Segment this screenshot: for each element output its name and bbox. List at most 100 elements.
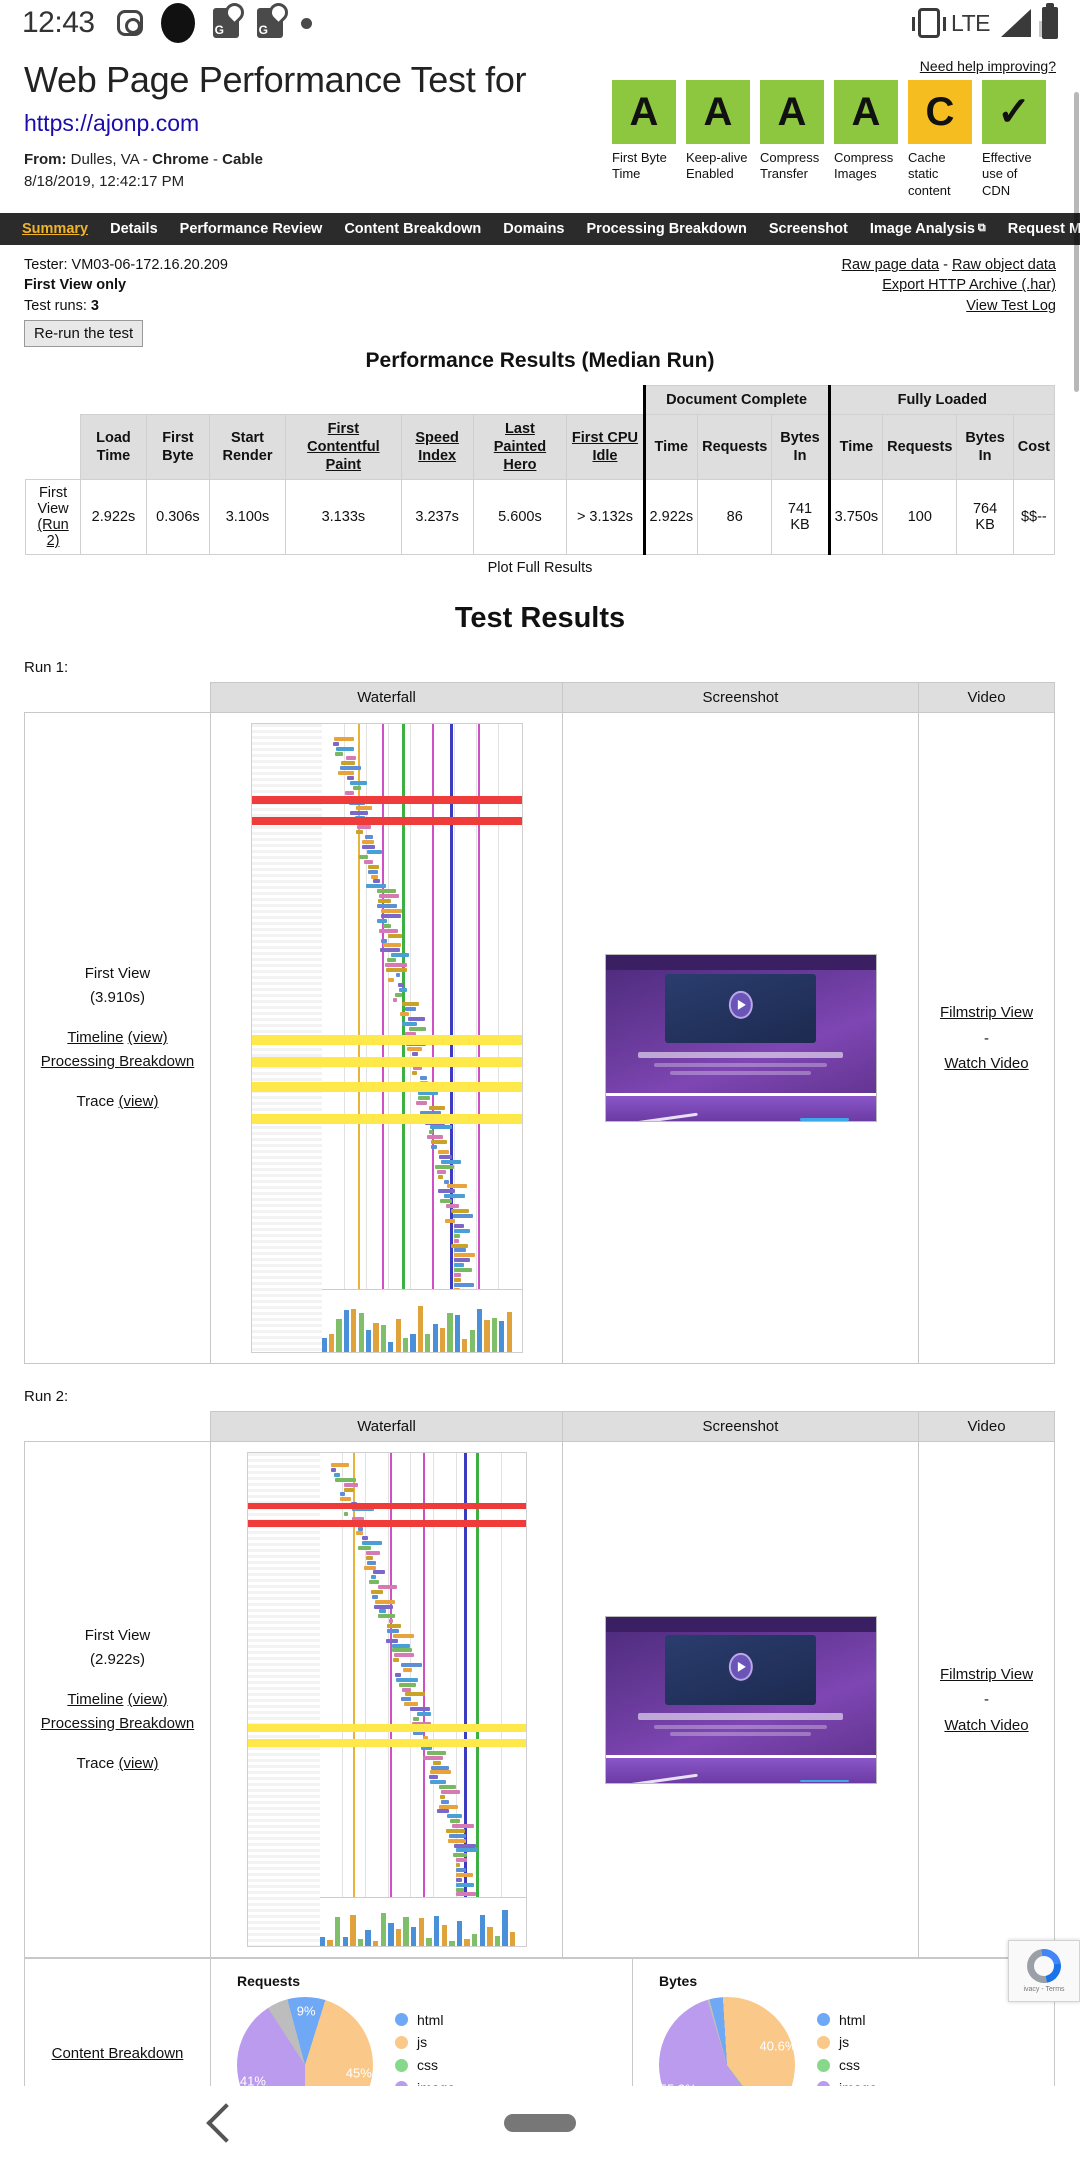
system-navigation-bar bbox=[0, 2086, 1080, 2160]
waterfall-utilization-bar bbox=[373, 1941, 378, 1946]
nav-tab-screenshot[interactable]: Screenshot bbox=[769, 221, 848, 237]
waterfall-utilization-bar bbox=[495, 1936, 500, 1947]
waterfall-chart[interactable] bbox=[247, 1452, 527, 1947]
run-2-timeline-link[interactable]: Timeline bbox=[67, 1691, 123, 1708]
grade-5[interactable]: C Cache static content bbox=[908, 80, 972, 199]
run-2-video-cell: Filmstrip View - Watch Video bbox=[919, 1442, 1055, 1958]
nav-tab-label: Performance Review bbox=[180, 221, 323, 237]
perf-value-4: 3.237s bbox=[401, 480, 473, 555]
grade-3[interactable]: A Compress Transfer bbox=[760, 80, 824, 199]
waterfall-chart[interactable] bbox=[251, 723, 523, 1353]
raw-page-data-link[interactable]: Raw page data bbox=[842, 257, 940, 273]
run-1-timeline-view-link[interactable]: (view) bbox=[128, 1029, 168, 1046]
page-scrollbar[interactable] bbox=[1073, 92, 1080, 2086]
waterfall-request-bar bbox=[410, 1707, 431, 1711]
header-right: Need help improving? A First Byte Time A Ke… bbox=[612, 58, 1056, 199]
plot-full-results-label[interactable]: Plot Full Results bbox=[24, 560, 1056, 576]
waterfall-request-bar bbox=[379, 894, 399, 898]
run-2-trace-view-link[interactable]: (view) bbox=[118, 1755, 158, 1772]
page-screenshot-thumbnail[interactable] bbox=[605, 954, 877, 1122]
waterfall-request-bar bbox=[449, 1834, 465, 1838]
perf-col-9: Bytes In bbox=[772, 414, 829, 479]
legend-label: js bbox=[839, 2031, 849, 2054]
waterfall-utilization-bar bbox=[403, 1917, 408, 1946]
content-breakdown-link[interactable]: Content Breakdown bbox=[52, 2045, 184, 2062]
waterfall-request-bar bbox=[439, 1155, 452, 1159]
home-pill-icon[interactable] bbox=[504, 2114, 576, 2132]
run-1-waterfall-cell[interactable] bbox=[211, 713, 563, 1364]
table-row: First View (3.910s) Timeline (view) Proc… bbox=[25, 713, 1055, 1364]
export-har-link[interactable]: Export HTTP Archive (.har) bbox=[882, 277, 1056, 293]
waterfall-request-bar bbox=[375, 1600, 396, 1604]
waterfall-request-bar bbox=[381, 939, 388, 943]
perf-value-1: 0.306s bbox=[146, 480, 209, 555]
grade-4[interactable]: A Compress Images bbox=[834, 80, 898, 199]
waterfall-request-bar bbox=[433, 1761, 441, 1765]
run-1-processing-breakdown-link[interactable]: Processing Breakdown bbox=[41, 1053, 194, 1070]
grade-label: First Byte Time bbox=[612, 150, 676, 183]
run-2-waterfall-cell[interactable] bbox=[211, 1442, 563, 1958]
nav-tab-content-breakdown[interactable]: Content Breakdown bbox=[344, 221, 481, 237]
bytes-pie-block: Bytes 40.6%55.2% htmljscssimageOther bbox=[633, 1973, 1054, 2086]
run-2-watch-video-link[interactable]: Watch Video bbox=[944, 1717, 1028, 1734]
need-help-link[interactable]: Need help improving? bbox=[612, 58, 1056, 74]
waterfall-request-bar bbox=[350, 781, 367, 785]
waterfall-utilization-bar bbox=[433, 1324, 438, 1352]
google-maps-icon bbox=[213, 8, 239, 38]
nav-tab-domains[interactable]: Domains bbox=[503, 221, 564, 237]
run-1-filmstrip-link[interactable]: Filmstrip View bbox=[940, 1004, 1033, 1021]
waterfall-request-bar bbox=[386, 968, 407, 972]
raw-object-data-link[interactable]: Raw object data bbox=[952, 257, 1056, 273]
scrollbar-thumb[interactable] bbox=[1074, 92, 1079, 392]
nav-tab-image-analysis[interactable]: Image Analysis ⧉ bbox=[870, 221, 986, 237]
run-2-timeline-view-link[interactable]: (view) bbox=[128, 1691, 168, 1708]
waterfall-utilization-bar bbox=[344, 1310, 349, 1352]
waterfall-request-bar bbox=[347, 776, 354, 780]
nav-tab-details[interactable]: Details bbox=[110, 221, 158, 237]
nav-tab-request-map[interactable]: Request Map⧉ bbox=[1008, 221, 1080, 237]
waterfall-request-bar bbox=[413, 1717, 418, 1721]
perf-row-run[interactable]: (Run 2) bbox=[30, 517, 76, 549]
perf-col-3[interactable]: First Contentful Paint bbox=[285, 414, 401, 479]
waterfall-request-bar bbox=[441, 1800, 449, 1804]
test-info-block: Tester: VM03-06-172.16.20.209 First View… bbox=[24, 255, 1056, 333]
run-1-watch-video-link[interactable]: Watch Video bbox=[944, 1055, 1028, 1072]
legend-label: js bbox=[417, 2031, 427, 2054]
nav-tab-summary[interactable]: Summary bbox=[22, 221, 88, 237]
nav-tab-label: Summary bbox=[22, 221, 88, 237]
run-2-info-cell: First View (2.922s) Timeline (view) Proc… bbox=[25, 1442, 211, 1958]
recaptcha-icon bbox=[1027, 1949, 1061, 1983]
nav-tab-performance-review[interactable]: Performance Review bbox=[180, 221, 323, 237]
tested-url-link[interactable]: https://ajonp.com bbox=[24, 110, 612, 137]
page-header: Web Page Performance Test for https://aj… bbox=[24, 46, 1056, 199]
back-icon[interactable] bbox=[206, 2103, 246, 2143]
waterfall-request-bar bbox=[416, 1101, 427, 1105]
rerun-test-button[interactable]: Re-run the test bbox=[24, 320, 143, 347]
run-1-trace-view-link[interactable]: (view) bbox=[118, 1093, 158, 1110]
grade-2[interactable]: A Keep-alive Enabled bbox=[686, 80, 750, 199]
waterfall-request-bar bbox=[412, 1052, 418, 1056]
run-2-screenshot-cell[interactable] bbox=[563, 1442, 919, 1958]
waterfall-request-bar bbox=[440, 1795, 445, 1799]
waterfall-utilization-bar bbox=[396, 1929, 401, 1946]
nav-tab-processing-breakdown[interactable]: Processing Breakdown bbox=[587, 221, 747, 237]
run-2-processing-breakdown-link[interactable]: Processing Breakdown bbox=[41, 1715, 194, 1732]
legend-label: css bbox=[417, 2054, 438, 2077]
recaptcha-badge[interactable]: ivacy - Terms bbox=[1008, 1940, 1080, 2002]
waterfall-utilization-bar bbox=[434, 1916, 439, 1946]
page-screenshot-thumbnail[interactable] bbox=[605, 1616, 877, 1784]
perf-col-5[interactable]: Last Painted Hero bbox=[473, 414, 567, 479]
perf-col-4[interactable]: Speed Index bbox=[401, 414, 473, 479]
grade-1[interactable]: A First Byte Time bbox=[612, 80, 676, 199]
view-test-log-link[interactable]: View Test Log bbox=[966, 298, 1056, 314]
run-1-timeline-link[interactable]: Timeline bbox=[67, 1029, 123, 1046]
grade-list: A First Byte Time A Keep-alive Enabled A Comp… bbox=[612, 80, 1056, 199]
waterfall-request-bar bbox=[456, 1848, 478, 1852]
run-1-screenshot-cell[interactable] bbox=[563, 713, 919, 1364]
waterfall-request-bar bbox=[454, 1239, 460, 1243]
grade-6[interactable]: ✓ Effective use of CDN bbox=[982, 80, 1046, 199]
waterfall-request-bar bbox=[345, 791, 354, 795]
run-2-filmstrip-link[interactable]: Filmstrip View bbox=[940, 1666, 1033, 1683]
perf-col-6[interactable]: First CPU Idle bbox=[567, 414, 644, 479]
perf-value-11: 100 bbox=[883, 480, 957, 555]
